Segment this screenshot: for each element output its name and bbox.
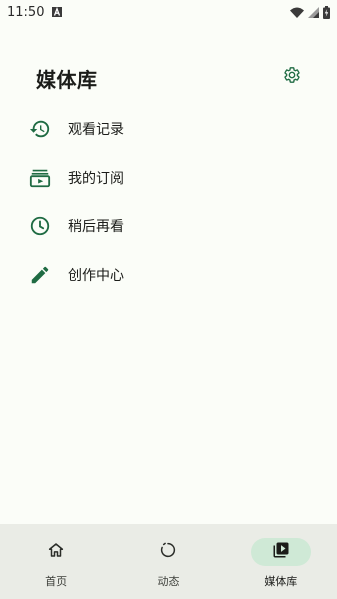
home-icon <box>47 541 65 563</box>
clock-icon <box>29 215 51 237</box>
nav-label: 动态 <box>157 575 180 588</box>
menu-item-creator-center[interactable]: 创作中心 <box>0 251 337 300</box>
status-time: 11:50 <box>7 4 45 20</box>
nav-pill <box>26 538 86 566</box>
status-left: 11:50 <box>7 4 63 20</box>
history-icon <box>29 118 51 140</box>
nav-label: 媒体库 <box>264 575 298 588</box>
video-library-icon <box>272 541 290 563</box>
nav-item-activity[interactable]: 动态 <box>112 524 224 599</box>
signal-icon <box>308 6 319 18</box>
menu-item-label: 稍后再看 <box>68 219 124 236</box>
menu-item-history[interactable]: 观看记录 <box>0 105 337 154</box>
library-menu: 观看记录 我的订阅 稍后再看 创作中心 <box>0 105 337 299</box>
status-bar: 11:50 <box>0 0 337 24</box>
menu-item-label: 创作中心 <box>68 267 124 284</box>
notification-a-icon <box>52 7 63 17</box>
menu-item-watch-later[interactable]: 稍后再看 <box>0 202 337 251</box>
nav-pill-active <box>250 538 311 566</box>
wifi-icon <box>290 7 304 18</box>
subscriptions-icon <box>29 167 51 189</box>
pencil-icon <box>29 264 51 286</box>
settings-button[interactable] <box>281 66 303 88</box>
menu-item-subscriptions[interactable]: 我的订阅 <box>0 154 337 203</box>
nav-item-library[interactable]: 媒体库 <box>225 524 337 599</box>
menu-item-label: 我的订阅 <box>68 170 124 187</box>
nav-item-home[interactable]: 首页 <box>0 524 112 599</box>
battery-icon <box>323 5 330 19</box>
nav-pill <box>138 538 198 566</box>
nav-label: 首页 <box>45 575 68 588</box>
header: 媒体库 <box>0 62 337 94</box>
menu-item-label: 观看记录 <box>68 122 124 139</box>
status-right <box>290 5 330 19</box>
refresh-circle-icon <box>159 541 177 563</box>
page-title: 媒体库 <box>36 68 98 92</box>
bottom-nav: 首页 动态 媒体库 <box>0 524 337 599</box>
gear-icon <box>283 66 301 88</box>
